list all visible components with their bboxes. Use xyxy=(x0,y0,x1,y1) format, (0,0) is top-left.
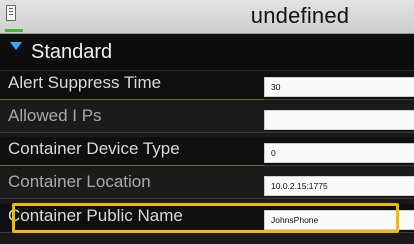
value-text: JohnsPhone xyxy=(271,215,319,225)
value-field[interactable]: JohnsPhone xyxy=(264,210,414,230)
screen: undefined Standard Alert Suppress Time 3… xyxy=(0,0,414,244)
row-divider xyxy=(0,165,264,166)
title-accent xyxy=(5,29,23,32)
row-label: Alert Suppress Time xyxy=(8,73,162,92)
row-divider xyxy=(0,99,264,100)
value-field[interactable]: 30 xyxy=(264,77,414,97)
value-field[interactable]: 0 xyxy=(264,143,414,163)
row-label: Container Location xyxy=(8,172,151,191)
window-title: undefined xyxy=(250,3,350,28)
row-container-location[interactable]: Container Location 10.0.2.15:1775 xyxy=(0,170,414,199)
row-allowed-ips[interactable]: Allowed I Ps xyxy=(0,104,414,133)
value-text: 0 xyxy=(271,148,276,158)
value-field[interactable] xyxy=(264,110,414,130)
chevron-down-icon[interactable] xyxy=(10,42,22,50)
row-alert-suppress-time[interactable]: Alert Suppress Time 30 xyxy=(0,71,414,100)
value-field[interactable]: 10.0.2.15:1775 xyxy=(264,176,414,196)
row-label: Container Device Type xyxy=(8,139,180,158)
row-label: Allowed I Ps xyxy=(8,106,102,125)
row-label: Container Public Name xyxy=(8,206,183,225)
value-text: 30 xyxy=(271,82,281,92)
title-bar: undefined xyxy=(0,0,414,34)
device-icon[interactable] xyxy=(6,5,16,21)
row-container-public-name[interactable]: Container Public Name JohnsPhone xyxy=(0,204,414,233)
section-title: Standard xyxy=(31,41,113,63)
section-header-standard[interactable]: Standard xyxy=(0,34,414,71)
partial-row xyxy=(0,236,414,244)
row-container-device-type[interactable]: Container Device Type 0 xyxy=(0,137,414,166)
value-text: 10.0.2.15:1775 xyxy=(271,181,328,191)
